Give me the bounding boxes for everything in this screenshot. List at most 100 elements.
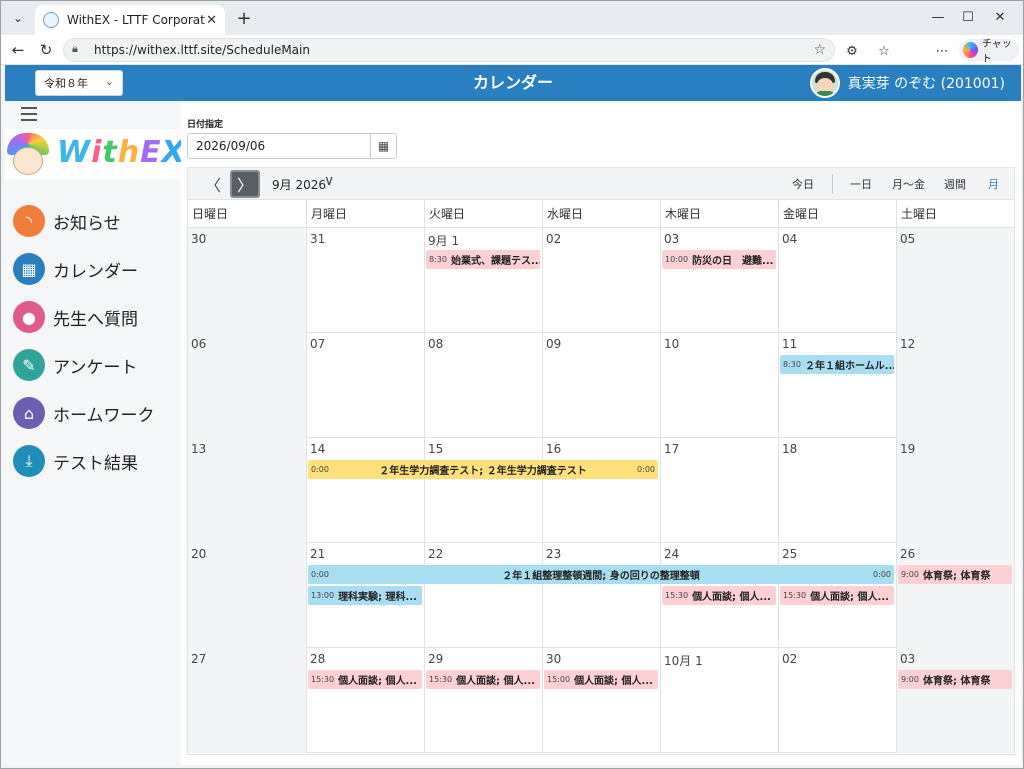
calendar-event[interactable]: 0:00 ２年１組整理整頓週間; 身の回りの整理整頓 0:00 xyxy=(308,565,894,584)
copilot-chat-button[interactable]: チャット xyxy=(959,39,1019,65)
event-title: ２年１組整理整頓週間; 身の回りの整理整頓 xyxy=(502,571,700,582)
calendar-picker-icon[interactable]: ▦ xyxy=(370,134,396,158)
date-input-value: 2026/09/06 xyxy=(196,139,266,153)
calendar-event[interactable]: 13:00 理科実験; 理科... xyxy=(308,586,422,605)
next-month-button[interactable]: 〉 xyxy=(230,170,260,198)
day-number: 28 xyxy=(310,652,326,666)
day-number: 29 xyxy=(428,652,444,666)
sidebar-item-home[interactable]: ⌂ ホームワーク xyxy=(5,389,181,437)
calendar-event[interactable]: 15:30 個人面談; 個人... xyxy=(780,586,894,605)
url-field[interactable]: 🔒︎ https://withex.lttf.site/ScheduleMain… xyxy=(63,38,835,62)
tab-list-chevron-icon[interactable]: ⌄ xyxy=(7,7,29,29)
calendar-event[interactable]: 0:00 ２年生学力調査テスト; ２年生学力調査テスト 0:00 xyxy=(308,460,658,479)
day-cell[interactable]: 22 xyxy=(424,543,542,648)
calendar-event[interactable]: 15:30 個人面談; 個人... xyxy=(308,670,422,689)
refresh-icon[interactable]: ↻ xyxy=(35,39,57,61)
day-cell[interactable]: 03 xyxy=(896,648,1014,753)
day-cell[interactable]: 17 xyxy=(660,438,778,543)
day-number: 08 xyxy=(428,337,444,351)
day-cell[interactable]: 09 xyxy=(542,333,660,438)
day-number: 06 xyxy=(191,337,207,351)
event-title: 体育祭; 体育祭 xyxy=(922,571,991,582)
close-tab-icon[interactable]: ✕ xyxy=(206,13,217,28)
sidebar-item-rss[interactable]: ◝ お知らせ xyxy=(5,197,181,245)
event-title: ２年生学力調査テスト; ２年生学力調査テスト xyxy=(379,466,587,477)
day-cell[interactable]: 23 xyxy=(542,543,660,648)
day-cell[interactable]: 13 xyxy=(188,438,306,543)
day-cell[interactable]: 04 xyxy=(778,228,896,333)
event-time: 13:00 xyxy=(311,591,335,600)
day-cell[interactable]: 10 xyxy=(660,333,778,438)
event-title: 個人面談; 個人... xyxy=(810,592,889,603)
day-cell[interactable]: 30 xyxy=(188,228,306,333)
calendar-event[interactable]: 8:30 ２年１組ホームル... xyxy=(780,355,894,374)
sidebar-item-download[interactable]: ⤓ テスト結果 xyxy=(5,437,181,485)
day-cell[interactable]: 06 xyxy=(188,333,306,438)
browser-tab[interactable]: WithEX - LTTF Corporation - ✕ xyxy=(35,5,225,35)
day-number: 24 xyxy=(664,547,680,561)
day-cell[interactable]: 31 xyxy=(306,228,424,333)
favorite-star-icon[interactable]: ☆ xyxy=(813,42,826,58)
day-cell[interactable]: 30 xyxy=(542,648,660,753)
today-button[interactable]: 今日 xyxy=(792,176,814,192)
sidebar-item-label: アンケート xyxy=(53,357,138,378)
favorites-icon[interactable]: ☆ xyxy=(873,40,895,62)
calendar-event[interactable]: 15:30 個人面談; 個人... xyxy=(662,586,776,605)
back-icon[interactable]: ← xyxy=(7,39,29,61)
month-title[interactable]: 9月 2026 xyxy=(272,176,326,193)
more-menu-icon[interactable]: ⋯ xyxy=(931,40,953,62)
day-cell[interactable]: 9月 1 xyxy=(424,228,542,333)
sidebar-item-label: お知らせ xyxy=(53,213,121,234)
day-cell[interactable]: 29 xyxy=(424,648,542,753)
sidebar-item-chat-bubble[interactable]: ● 先生へ質問 xyxy=(5,293,181,341)
view-weekdays-button[interactable]: 月～金 xyxy=(892,176,925,192)
sidebar-item-pencil[interactable]: ✎ アンケート xyxy=(5,341,181,389)
day-cell[interactable]: 28 xyxy=(306,648,424,753)
day-number: 31 xyxy=(310,232,326,246)
user-profile[interactable]: 真実芽 のぞむ (201001) xyxy=(809,68,1005,98)
extensions-icon[interactable]: ⚙ xyxy=(841,40,863,62)
day-cell[interactable]: 20 xyxy=(188,543,306,648)
day-cell[interactable]: 08 xyxy=(424,333,542,438)
event-time: 15:00 xyxy=(547,675,571,684)
calendar-event[interactable]: 15:30 個人面談; 個人... xyxy=(426,670,540,689)
day-cell[interactable]: 19 xyxy=(896,438,1014,543)
new-tab-icon[interactable]: + xyxy=(233,7,255,29)
maximize-icon[interactable]: ☐ xyxy=(953,5,983,29)
day-cell[interactable]: 05 xyxy=(896,228,1014,333)
day-cell[interactable]: 26 xyxy=(896,543,1014,648)
calendar-event[interactable]: 9:00 体育祭; 体育祭 xyxy=(898,670,1012,689)
chevron-down-icon[interactable]: ∨ xyxy=(324,173,334,189)
day-cell[interactable]: 16 xyxy=(542,438,660,543)
previous-month-button[interactable]: 〈 xyxy=(200,171,226,197)
day-cell[interactable]: 02 xyxy=(542,228,660,333)
day-cell[interactable]: 15 xyxy=(424,438,542,543)
day-cell[interactable]: 07 xyxy=(306,333,424,438)
sidebar-item-calendar[interactable]: ▦ カレンダー xyxy=(5,245,181,293)
calendar-event[interactable]: 8:30 始業式、課題テス... xyxy=(426,250,540,269)
day-cell[interactable]: 27 xyxy=(188,648,306,753)
app: カレンダー 令和８年 ⌄ 真実芽 のぞむ (201001) WithEX ◝ お知… xyxy=(5,65,1021,765)
day-cell[interactable]: 12 xyxy=(896,333,1014,438)
day-cell[interactable]: 11 xyxy=(778,333,896,438)
close-window-icon[interactable]: ✕ xyxy=(985,5,1015,29)
day-cell[interactable]: 03 xyxy=(660,228,778,333)
calendar-event[interactable]: 9:00 体育祭; 体育祭 xyxy=(898,565,1012,584)
year-select[interactable]: 令和８年 ⌄ xyxy=(35,70,123,96)
day-number: 30 xyxy=(191,232,207,246)
date-input[interactable]: 2026/09/06 ▦ xyxy=(187,133,397,159)
day-number: 20 xyxy=(191,547,207,561)
view-week-button[interactable]: 週間 xyxy=(944,176,966,192)
calendar-event[interactable]: 15:00 個人面談; 個人... xyxy=(544,670,658,689)
minimize-icon[interactable]: — xyxy=(923,5,953,29)
day-cell[interactable]: 18 xyxy=(778,438,896,543)
day-cell[interactable]: 10月 1 xyxy=(660,648,778,753)
event-time: 15:30 xyxy=(665,591,689,600)
view-day-button[interactable]: 一日 xyxy=(850,176,872,192)
day-cell[interactable]: 14 xyxy=(306,438,424,543)
calendar-event[interactable]: 10:00 防災の日 避難... xyxy=(662,250,776,269)
pencil-icon: ✎ xyxy=(13,349,45,381)
day-cell[interactable]: 02 xyxy=(778,648,896,753)
hamburger-menu-icon[interactable] xyxy=(21,107,37,121)
view-month-button[interactable]: 月 xyxy=(988,176,999,192)
